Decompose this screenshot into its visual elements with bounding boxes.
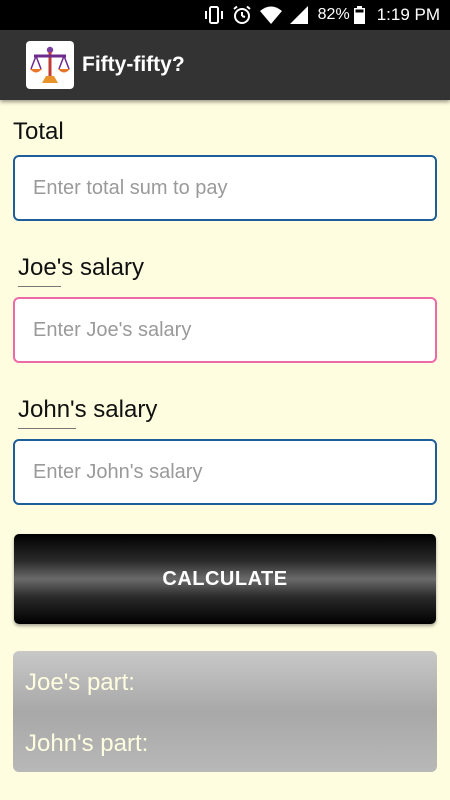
john-name-underline	[18, 428, 76, 429]
clock-time: 1:19 PM	[376, 5, 440, 24]
wifi-icon	[259, 6, 282, 24]
total-input-placeholder: Enter total sum to pay	[33, 176, 228, 199]
total-input[interactable]: Enter total sum to pay	[13, 155, 437, 221]
vibrate-icon	[204, 6, 224, 24]
joe-name-underline	[18, 286, 61, 287]
joe-salary-input-placeholder: Enter Joe's salary	[33, 318, 192, 341]
joe-salary-label: Joe's salary	[18, 254, 144, 282]
app-title: Fifty-fifty?	[82, 53, 185, 76]
joe-name-field[interactable]: Joe	[18, 254, 57, 281]
signal-icon	[289, 6, 308, 24]
result-panel: Joe's part: John's part:	[13, 651, 437, 772]
john-name-field[interactable]: John	[18, 396, 70, 423]
calculate-button[interactable]: CALCULATE	[14, 534, 436, 624]
total-label: Total	[13, 118, 64, 145]
joe-salary-input[interactable]: Enter Joe's salary	[13, 297, 437, 363]
john-salary-label: John's salary	[18, 396, 157, 424]
john-salary-input[interactable]: Enter John's salary	[13, 439, 437, 505]
battery-icon	[353, 6, 365, 24]
joe-salary-label-suffix: 's salary	[56, 254, 144, 281]
battery-percentage: 82%	[317, 6, 350, 23]
john-salary-input-placeholder: Enter John's salary	[33, 460, 203, 483]
status-bar: 82% 1:19 PM	[0, 0, 450, 30]
joe-part-label: Joe's part:	[25, 669, 135, 696]
john-part-label: John's part:	[25, 730, 149, 757]
app-bar: Fifty-fifty?	[0, 30, 450, 100]
balance-scale-icon	[26, 41, 74, 89]
alarm-icon	[232, 5, 252, 25]
john-salary-label-suffix: 's salary	[70, 396, 158, 423]
